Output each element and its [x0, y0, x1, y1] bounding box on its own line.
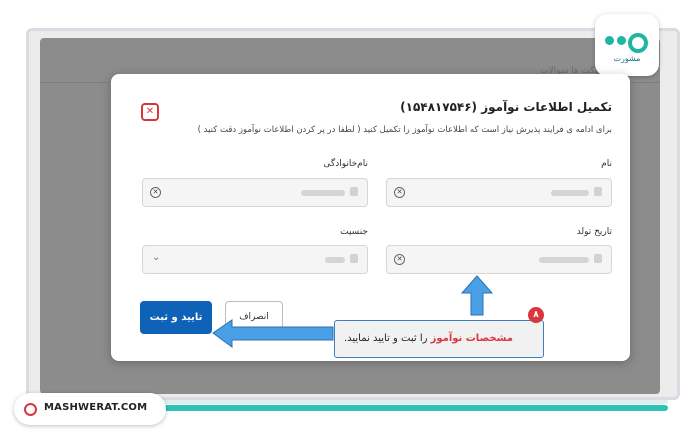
annotation-callout: مشخصات نوآموز را ثبت و تایید نمایید.: [334, 320, 544, 358]
blurred-value: [539, 257, 589, 263]
user-icon: [594, 187, 602, 196]
annotation-text: مشخصات نوآموز را ثبت و تایید نمایید.: [344, 333, 513, 344]
logo-dot-icon: [617, 36, 626, 45]
chevron-down-icon: ⌄: [152, 252, 161, 263]
gender-icon: [350, 254, 358, 263]
brand-logo: مشورت: [595, 14, 659, 76]
clear-icon[interactable]: ✕: [394, 187, 405, 198]
birth-date-label: تاریخ تولد: [576, 227, 612, 237]
modal-title: تکمیل اطلاعات نوآموز (۱۵۴۸۱۷۵۴۶): [400, 100, 612, 114]
last-name-label: نام‌خانوادگی: [323, 159, 368, 169]
logo-dot-icon: [605, 36, 614, 45]
step-number-badge: ۸: [528, 307, 544, 323]
confirm-button[interactable]: تایید و ثبت: [140, 301, 212, 334]
annotation-highlight: مشخصات نوآموز: [430, 333, 513, 344]
site-url-pill[interactable]: MASHWERAT.COM: [14, 393, 166, 425]
clear-icon[interactable]: ✕: [394, 254, 405, 265]
user-icon: [350, 187, 358, 196]
logo-text: مشورت: [613, 54, 641, 63]
cancel-button[interactable]: انصراف: [225, 301, 283, 334]
blurred-value: [325, 257, 345, 263]
site-url: MASHWERAT.COM: [44, 402, 148, 413]
annotation-rest: را ثبت و تایید نمایید.: [343, 333, 431, 344]
student-info-modal: تکمیل اطلاعات نوآموز (۱۵۴۸۱۷۵۴۶) ✕ برای …: [111, 74, 630, 361]
modal-description: برای ادامه ی فرایند پذیرش نیاز است که اط…: [197, 125, 612, 135]
gender-select[interactable]: ⌄: [142, 245, 368, 274]
last-name-input[interactable]: ✕: [142, 178, 368, 207]
logo-ring-icon: [628, 33, 648, 53]
calendar-icon: [594, 254, 602, 263]
close-icon[interactable]: ✕: [141, 103, 159, 121]
clear-icon[interactable]: ✕: [150, 187, 161, 198]
blurred-value: [551, 190, 589, 196]
globe-icon: [24, 403, 37, 416]
footer-accent-bar: [110, 405, 668, 411]
first-name-input[interactable]: ✕: [386, 178, 612, 207]
blurred-value: [301, 190, 345, 196]
birth-date-input[interactable]: ✕: [386, 245, 612, 274]
footer-accent-line: [160, 400, 668, 404]
first-name-label: نام: [601, 159, 612, 169]
gender-label: جنسیت: [340, 227, 368, 237]
